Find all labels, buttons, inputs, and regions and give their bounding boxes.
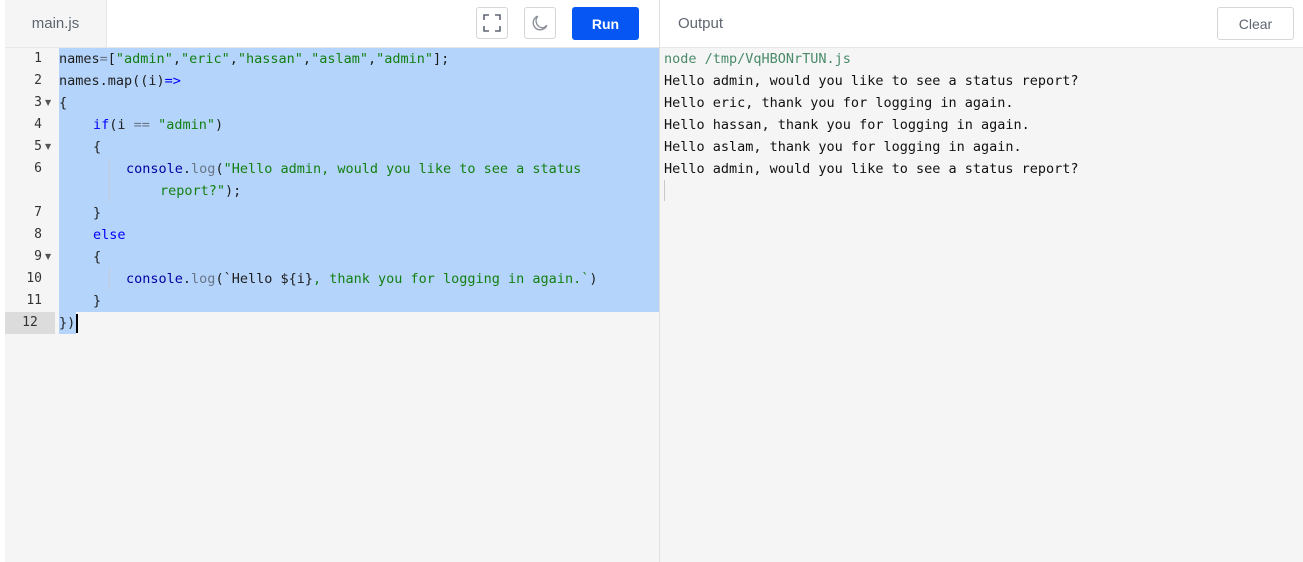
code-text: names=["admin","eric","hassan","aslam","… [59, 51, 450, 67]
output-line: Hello admin, would you like to see a sta… [664, 161, 1079, 177]
output-caret [664, 180, 665, 201]
output-pane: Output Clear node /tmp/VqHBONrTUN.js Hel… [660, 0, 1303, 562]
line-number: 4 [34, 117, 42, 132]
selection-highlight [59, 224, 659, 246]
line-number: 6 [34, 161, 42, 176]
selection-highlight [59, 290, 659, 312]
output-line: Hello hassan, thank you for logging in a… [664, 117, 1030, 133]
fold-arrow-icon[interactable]: ▼ [45, 246, 51, 268]
editor-pane: main.js Run 1 names=["admin","eric","has… [5, 0, 660, 562]
editor-toolbar: main.js Run [5, 0, 659, 48]
code-editor[interactable]: 1 names=["admin","eric","hassan","aslam"… [5, 48, 659, 562]
code-text: { [93, 139, 102, 155]
line-number: 11 [26, 293, 42, 308]
selection-highlight [59, 246, 659, 268]
code-text: } [93, 205, 102, 221]
code-line: 5 ▼ { [5, 136, 659, 158]
selection-highlight [59, 136, 659, 158]
output-console[interactable]: node /tmp/VqHBONrTUN.js Hello admin, wou… [660, 48, 1303, 562]
code-line-wrap: report?"); [5, 180, 659, 202]
code-text: } [93, 293, 102, 309]
code-text: report?"); [160, 183, 242, 199]
output-command: node /tmp/VqHBONrTUN.js [664, 51, 851, 67]
line-number: 7 [34, 205, 42, 220]
line-number: 12 [5, 312, 55, 334]
code-line: 8 else [5, 224, 659, 246]
fullscreen-icon [483, 14, 501, 32]
line-number: 10 [26, 271, 42, 286]
line-number: 5 [34, 139, 42, 154]
code-text: console.log(`Hello ${i}, thank you for l… [126, 271, 598, 287]
selection-highlight [59, 202, 659, 224]
line-number [5, 180, 42, 202]
code-line: 7 } [5, 202, 659, 224]
indent-guide [109, 180, 110, 202]
clear-button[interactable]: Clear [1217, 7, 1294, 40]
code-text: if(i == "admin") [93, 117, 224, 133]
output-line: Hello eric, thank you for logging in aga… [664, 95, 1014, 111]
tab-main-js[interactable]: main.js [5, 0, 107, 47]
code-text: names.map((i)=> [59, 73, 181, 89]
code-line: 9 ▼ { [5, 246, 659, 268]
selection-highlight [59, 92, 659, 114]
moon-icon [532, 15, 548, 31]
code-line: 3 ▼ { [5, 92, 659, 114]
line-number: 3 [34, 95, 42, 110]
output-toolbar: Output Clear [660, 0, 1303, 48]
code-text: { [59, 95, 68, 111]
run-button[interactable]: Run [572, 7, 639, 40]
text-cursor [76, 314, 78, 333]
code-line: 11 } [5, 290, 659, 312]
line-number: 9 [34, 249, 42, 264]
code-line: 4 if(i == "admin") [5, 114, 659, 136]
indent-guide [109, 268, 110, 290]
code-text: { [93, 249, 102, 265]
code-text: }) [59, 315, 76, 331]
fold-arrow-icon[interactable]: ▼ [45, 136, 51, 158]
theme-toggle-button[interactable] [524, 7, 556, 39]
code-line: 10 console.log(`Hello ${i}, thank you fo… [5, 268, 659, 290]
code-text: else [93, 227, 126, 243]
code-line: 6 console.log("Hello admin, would you li… [5, 158, 659, 180]
selection-highlight [59, 180, 659, 202]
code-line-active: 12 }) [5, 312, 659, 334]
line-number: 8 [34, 227, 42, 242]
output-title: Output [678, 15, 724, 32]
line-number: 1 [34, 51, 42, 66]
fullscreen-button[interactable] [476, 7, 508, 39]
indent-guide [109, 158, 110, 180]
code-line: 2 names.map((i)=> [5, 70, 659, 92]
output-line: Hello aslam, thank you for logging in ag… [664, 139, 1022, 155]
code-text: console.log("Hello admin, would you like… [126, 161, 582, 177]
fold-arrow-icon[interactable]: ▼ [45, 92, 51, 114]
line-number: 2 [34, 73, 42, 88]
code-line: 1 names=["admin","eric","hassan","aslam"… [5, 48, 659, 70]
output-line: Hello admin, would you like to see a sta… [664, 73, 1079, 89]
